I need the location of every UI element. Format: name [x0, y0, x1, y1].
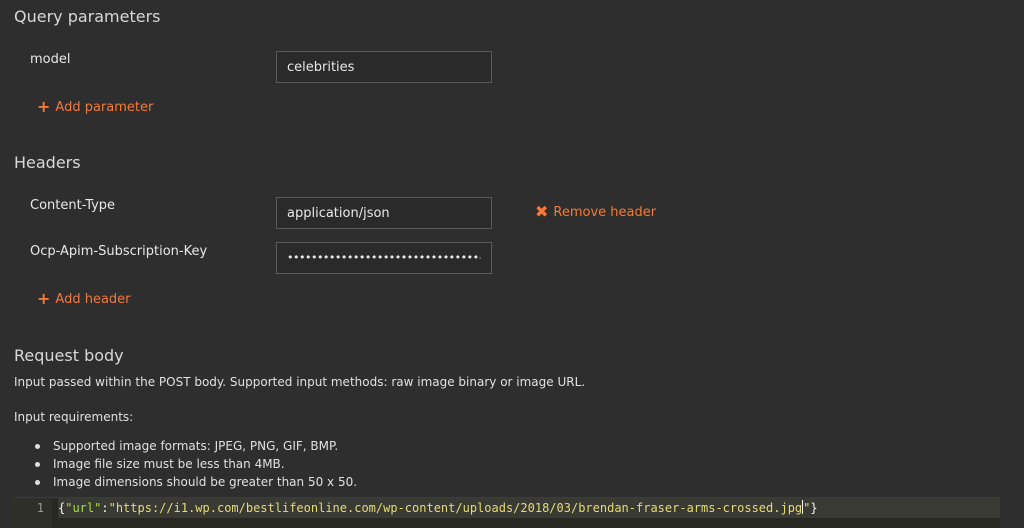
request-body-editor[interactable]: 1 {"url":"https://i1.wp.com/bestlifeonli…: [14, 497, 1000, 528]
eye-icon[interactable]: [478, 251, 481, 265]
x-icon: ✖: [535, 202, 549, 221]
headers-title: Headers: [14, 153, 81, 172]
code-line[interactable]: {"url":"https://i1.wp.com/bestlifeonline…: [58, 498, 1000, 518]
remove-header-button[interactable]: ✖ Remove header: [535, 204, 656, 220]
add-header-label: Add header: [55, 291, 131, 307]
add-header-button[interactable]: + Add header: [37, 291, 131, 307]
code-close-brace: }: [810, 501, 818, 515]
add-parameter-button[interactable]: + Add parameter: [37, 99, 153, 115]
code-value: "https://i1.wp.com/bestlifeonline.com/wp…: [108, 501, 803, 515]
requirement-item: Supported image formats: JPEG, PNG, GIF,…: [35, 437, 357, 455]
code-colon: :: [101, 501, 109, 515]
requirement-item: Image file size must be less than 4MB.: [35, 455, 357, 473]
plus-icon: +: [37, 97, 51, 116]
subscription-key-value: ••••••••••••••••••••••••••••••••: [287, 251, 479, 264]
content-type-input[interactable]: [276, 197, 492, 229]
model-input[interactable]: [276, 51, 492, 83]
requirements-list: Supported image formats: JPEG, PNG, GIF,…: [35, 437, 357, 491]
request-body-description: Input passed within the POST body. Suppo…: [14, 375, 586, 389]
code-key: "url": [65, 501, 102, 515]
input-requirements-title: Input requirements:: [14, 410, 134, 424]
plus-icon: +: [37, 289, 51, 308]
header-label-subscription-key: Ocp-Apim-Subscription-Key: [30, 244, 208, 259]
requirement-item: Image dimensions should be greater than …: [35, 473, 357, 491]
remove-header-label: Remove header: [553, 204, 657, 220]
query-parameters-title: Query parameters: [14, 7, 161, 26]
subscription-key-field[interactable]: ••••••••••••••••••••••••••••••••: [276, 242, 492, 274]
add-parameter-label: Add parameter: [55, 99, 154, 115]
request-body-title: Request body: [14, 346, 124, 365]
line-number: 1: [14, 498, 52, 528]
param-label-model: model: [30, 52, 71, 67]
header-label-content-type: Content-Type: [30, 198, 116, 213]
